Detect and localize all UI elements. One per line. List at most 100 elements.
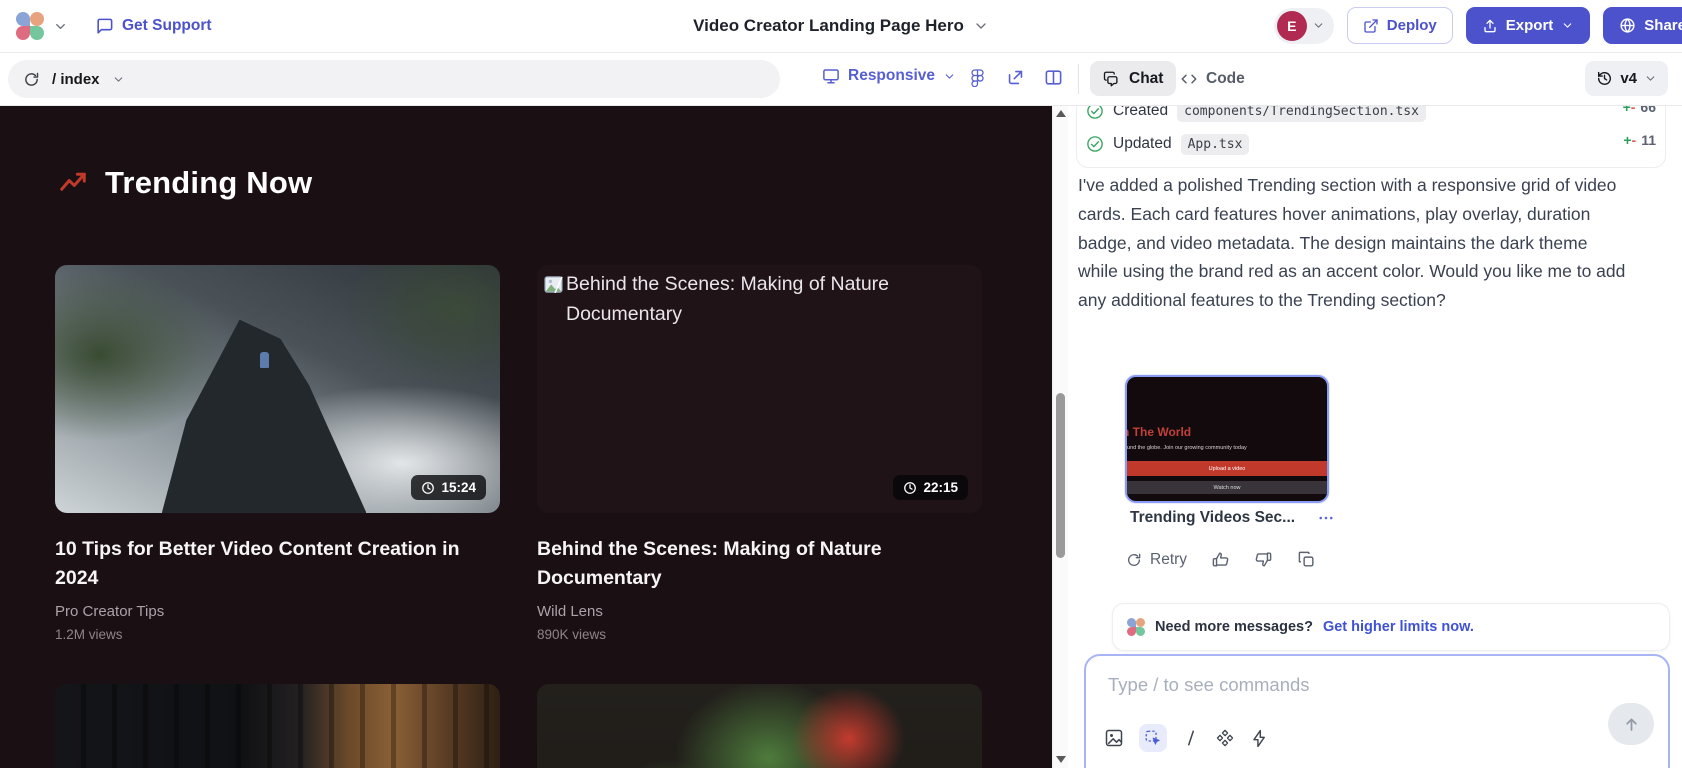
clock-icon [421, 481, 435, 495]
event-action: Updated [1113, 135, 1172, 153]
share-button[interactable]: Share [1603, 7, 1682, 44]
responsive-dropdown[interactable]: Responsive [822, 67, 956, 85]
diff-stat: + - 11 [1623, 132, 1656, 148]
top-bar: Get Support Video Creator Landing Page H… [0, 0, 1682, 53]
version-chevron-icon [1644, 72, 1657, 85]
video-channel: Pro Creator Tips [55, 603, 500, 620]
limits-link[interactable]: Get higher limits now. [1323, 619, 1474, 635]
url-bar[interactable]: / index [8, 60, 780, 98]
video-card[interactable]: 15:24 10 Tips for Better Video Content C… [55, 265, 500, 768]
chat-input[interactable] [1106, 672, 1610, 720]
mini-preview-heading: h The World [1125, 425, 1191, 439]
diff-minus: - [1632, 132, 1637, 148]
history-icon [1596, 70, 1613, 87]
duration-badge: 22:15 [893, 475, 968, 500]
account-menu[interactable]: E [1274, 8, 1334, 44]
mini-preview-subtext: around the globe. Join our growing commu… [1125, 445, 1247, 451]
trending-up-icon [58, 168, 88, 198]
thumbs-up-icon[interactable] [1211, 550, 1230, 569]
preview-scrollbar[interactable] [1052, 105, 1068, 768]
tab-chat[interactable]: Chat [1090, 61, 1176, 96]
send-arrow-icon [1622, 715, 1641, 734]
event-file-chip: App.tsx [1181, 134, 1250, 155]
attach-image-icon[interactable] [1104, 728, 1124, 748]
export-button[interactable]: Export [1466, 7, 1591, 44]
diff-stat: + - 66 [1623, 105, 1656, 115]
code-tab-label: Code [1206, 70, 1245, 88]
video-thumbnail[interactable]: 15:24 [55, 265, 500, 513]
project-title-chevron-icon[interactable] [973, 18, 989, 34]
open-in-new-tab-icon[interactable] [1006, 68, 1025, 87]
section-title: Trending Now [105, 165, 312, 201]
select-element-icon [1144, 729, 1162, 747]
file-event-row[interactable]: Updated App.tsx [1086, 129, 1249, 159]
version-dropdown[interactable]: v4 [1585, 61, 1668, 96]
limits-banner: Need more messages? Get higher limits no… [1112, 603, 1670, 651]
video-channel: Wild Lens [537, 603, 982, 620]
scrollbar-thumb[interactable] [1056, 393, 1065, 558]
deploy-button[interactable]: Deploy [1347, 7, 1453, 44]
responsive-label: Responsive [848, 67, 935, 85]
scroll-down-arrow[interactable] [1056, 756, 1066, 763]
refresh-icon[interactable] [23, 71, 40, 88]
retry-button[interactable]: Retry [1126, 551, 1187, 569]
send-button[interactable] [1608, 703, 1654, 745]
mini-preview-secondary-button: Watch now [1127, 481, 1327, 494]
video-thumbnail-partial[interactable] [537, 684, 982, 768]
artifact-label[interactable]: Trending Videos Sec... [1130, 509, 1295, 527]
retry-label: Retry [1150, 551, 1187, 569]
route-label: / index [52, 71, 100, 88]
clock-icon [903, 481, 917, 495]
upload-icon [1482, 18, 1498, 34]
chat-tab-label: Chat [1129, 70, 1163, 88]
broken-image-icon [544, 276, 563, 293]
message-actions: Retry [1126, 550, 1316, 569]
chat-input-card [1084, 654, 1670, 768]
figma-icon[interactable] [968, 68, 987, 87]
check-circle-icon [1086, 135, 1104, 153]
monitor-icon [822, 67, 840, 85]
version-label: v4 [1620, 70, 1637, 87]
select-element-button[interactable] [1139, 724, 1167, 752]
video-title[interactable]: Behind the Scenes: Making of Nature Docu… [537, 535, 951, 593]
diff-minus: - [1631, 105, 1636, 115]
share-label: Share [1644, 17, 1682, 34]
scroll-up-arrow[interactable] [1056, 110, 1066, 117]
diff-plus: + [1623, 105, 1631, 115]
components-icon[interactable] [1215, 728, 1235, 748]
chat-bubbles-icon [1103, 70, 1121, 88]
avatar: E [1277, 11, 1307, 41]
thumbs-down-icon[interactable] [1254, 550, 1273, 569]
slash-command-icon[interactable] [1182, 729, 1200, 747]
external-link-icon [1363, 18, 1379, 34]
preview-pane: Trending Now 15:24 10 Tips for Better Vi… [0, 105, 1052, 768]
video-thumbnail-partial[interactable] [55, 684, 500, 768]
tab-code[interactable]: Code [1180, 61, 1245, 96]
retry-icon [1126, 552, 1142, 568]
artifact-menu-icon[interactable] [1317, 509, 1335, 527]
toolbar-divider [1078, 64, 1079, 94]
globe-icon [1619, 17, 1636, 34]
artifact-thumbnail[interactable]: h The World around the globe. Join our g… [1125, 375, 1329, 503]
event-action: Created [1113, 105, 1168, 120]
check-circle-icon [1086, 105, 1104, 120]
app-logo-small [1127, 618, 1145, 636]
assistant-message: I've added a polished Trending section w… [1078, 171, 1630, 315]
mini-preview-primary-button: Upload a video [1127, 461, 1327, 476]
thumbnail-art [260, 352, 269, 368]
thumbnail-art [162, 320, 367, 513]
video-thumbnail-broken[interactable]: Behind the Scenes: Making of Nature Docu… [537, 265, 982, 513]
video-title[interactable]: 10 Tips for Better Video Content Creatio… [55, 535, 469, 593]
split-view-icon[interactable] [1044, 68, 1063, 87]
route-chevron-icon[interactable] [112, 73, 125, 86]
broken-image-alt-text: Behind the Scenes: Making of Nature Docu… [566, 270, 975, 329]
chat-panel: Created components/TrendingSection.tsx +… [1068, 105, 1682, 768]
video-views: 1.2M views [55, 627, 500, 642]
quick-actions-icon[interactable] [1250, 729, 1269, 748]
responsive-chevron-icon [943, 70, 956, 83]
app-window: Get Support Video Creator Landing Page H… [0, 0, 1682, 768]
project-title[interactable]: Video Creator Landing Page Hero [693, 16, 964, 36]
video-card[interactable]: Behind the Scenes: Making of Nature Docu… [537, 265, 982, 768]
copy-icon[interactable] [1297, 550, 1316, 569]
file-event-row[interactable]: Created components/TrendingSection.tsx [1086, 105, 1426, 126]
